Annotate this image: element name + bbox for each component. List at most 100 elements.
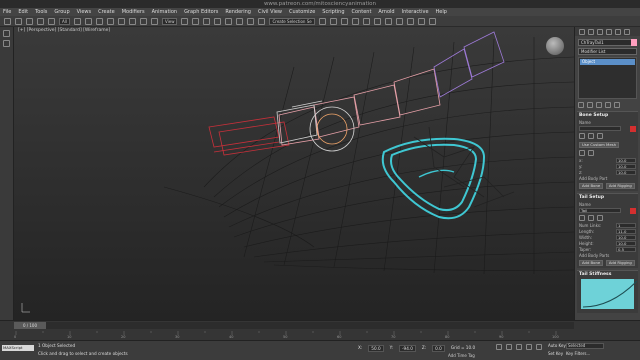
track-bar[interactable]: 0 10 20 30 40 50 60 70 80 90 100: [14, 331, 574, 340]
bone-y-input[interactable]: 10.0: [616, 164, 636, 169]
add-rigging-button[interactable]: Add Rigging: [605, 183, 635, 189]
length-input[interactable]: 11.0: [616, 229, 636, 234]
maxscript-listener[interactable]: MAXScript: [2, 345, 34, 351]
curve-editor-icon[interactable]: [373, 17, 381, 25]
configure-modifier-sets-icon[interactable]: [614, 102, 620, 108]
bone-shape-icon[interactable]: [579, 133, 585, 139]
scene-explorer-icon[interactable]: [340, 17, 348, 25]
bone-shape-2-icon[interactable]: [588, 133, 594, 139]
tail-shape-2-icon[interactable]: [588, 215, 594, 221]
angle-snap-icon[interactable]: [225, 17, 233, 25]
make-unique-icon[interactable]: [596, 102, 602, 108]
tail-shape-3-icon[interactable]: [597, 215, 603, 221]
create-tab-icon[interactable]: [579, 28, 585, 35]
taper-input[interactable]: 0.5: [616, 247, 636, 252]
layer-explorer-icon[interactable]: [351, 17, 359, 25]
menu-views[interactable]: Views: [77, 9, 91, 15]
bone-shape-3-icon[interactable]: [597, 133, 603, 139]
perspective-viewport[interactable]: [+] [Perspective] [Standard] [Wireframe]: [14, 27, 574, 320]
mirror-icon[interactable]: [318, 17, 326, 25]
ribbon-icon[interactable]: [362, 17, 370, 25]
key-selection-dropdown[interactable]: Selected: [566, 343, 604, 349]
menu-help[interactable]: Help: [436, 9, 447, 15]
selection-filter-dropdown[interactable]: All: [59, 17, 70, 25]
tail-stiffness-title[interactable]: Tail Stiffness: [579, 272, 636, 277]
keyboard-shortcut-icon[interactable]: [203, 17, 211, 25]
tail-add-bone-button[interactable]: Add Bone: [579, 260, 604, 266]
object-color-swatch[interactable]: [631, 39, 637, 46]
menu-arnold[interactable]: Arnold: [378, 9, 394, 15]
render-icon[interactable]: [428, 17, 436, 25]
menu-group[interactable]: Group: [54, 9, 69, 15]
width-input[interactable]: 10.0: [616, 235, 636, 240]
menu-content[interactable]: Content: [352, 9, 372, 15]
align-icon[interactable]: [329, 17, 337, 25]
select-by-name-icon[interactable]: [84, 17, 92, 25]
snaps-toggle-icon[interactable]: [214, 17, 222, 25]
tail-name-input[interactable]: Tail: [579, 208, 621, 213]
modifier-list-dropdown[interactable]: Modifier List: [578, 48, 637, 55]
unlink-icon[interactable]: [37, 17, 44, 25]
x-coord-input[interactable]: 50.0: [368, 345, 384, 352]
set-key-button[interactable]: Set Key: [548, 351, 563, 356]
layout-tab-icon[interactable]: [3, 40, 10, 47]
bind-space-warp-icon[interactable]: [48, 17, 55, 25]
scale-icon[interactable]: [139, 17, 147, 25]
bone-color-swatch[interactable]: [630, 125, 636, 132]
modify-tab-icon[interactable]: [588, 28, 594, 35]
object-name-field[interactable]: ChTrayTail1: [578, 39, 637, 46]
play-icon[interactable]: [516, 344, 522, 350]
tail-color-swatch[interactable]: [630, 207, 636, 214]
y-coord-input[interactable]: -94.0: [399, 345, 416, 352]
z-coord-input[interactable]: 0.0: [432, 345, 445, 352]
show-end-result-icon[interactable]: [587, 102, 593, 108]
height-input[interactable]: 10.0: [616, 241, 636, 246]
bone-setup-title[interactable]: Bone Setup: [579, 113, 636, 118]
pin-stack-icon[interactable]: [578, 102, 584, 108]
tail-shape-icon[interactable]: [579, 215, 585, 221]
undo-icon[interactable]: [4, 17, 11, 25]
redo-icon[interactable]: [15, 17, 22, 25]
remove-modifier-icon[interactable]: [605, 102, 611, 108]
window-crossing-icon[interactable]: [106, 17, 114, 25]
menu-create[interactable]: Create: [98, 9, 115, 15]
hierarchy-tab-icon[interactable]: [597, 28, 603, 35]
utilities-tab-icon[interactable]: [624, 28, 630, 35]
bone-axis-icon[interactable]: [579, 150, 585, 156]
render-setup-icon[interactable]: [406, 17, 414, 25]
add-time-tag[interactable]: Add Time Tag: [448, 353, 475, 358]
menu-tools[interactable]: Tools: [35, 9, 47, 15]
add-bone-button[interactable]: Add Bone: [579, 183, 604, 189]
modifier-stack[interactable]: Object: [578, 57, 637, 99]
rect-selection-icon[interactable]: [95, 17, 103, 25]
menu-scripting[interactable]: Scripting: [322, 9, 344, 15]
menu-edit[interactable]: Edit: [18, 9, 28, 15]
bone-name-input[interactable]: [579, 126, 621, 131]
modifier-stack-item[interactable]: Object: [580, 59, 635, 65]
menu-rendering[interactable]: Rendering: [225, 9, 251, 15]
menu-civil-view[interactable]: Civil View: [258, 9, 282, 15]
schematic-view-icon[interactable]: [384, 17, 392, 25]
material-editor-icon[interactable]: [395, 17, 403, 25]
auto-key-button[interactable]: Auto Key: [548, 343, 566, 348]
named-selection-set-dropdown[interactable]: Create Selection Se: [269, 17, 315, 25]
move-icon[interactable]: [117, 17, 125, 25]
previous-frame-icon[interactable]: [506, 344, 512, 350]
stiffness-curve-graph[interactable]: [581, 279, 638, 309]
num-links-input[interactable]: 1: [616, 223, 636, 228]
go-to-end-icon[interactable]: [536, 344, 542, 350]
select-object-icon[interactable]: [73, 17, 81, 25]
next-frame-icon[interactable]: [526, 344, 532, 350]
menu-graph-editors[interactable]: Graph Editors: [184, 9, 218, 15]
use-custom-mesh-button[interactable]: Use Custom Mesh: [579, 142, 620, 148]
edit-named-sets-icon[interactable]: [258, 17, 266, 25]
menu-file[interactable]: File: [3, 9, 11, 15]
menu-interactive[interactable]: Interactive: [402, 9, 429, 15]
tail-setup-title[interactable]: Tail Setup: [579, 195, 636, 200]
percent-snap-icon[interactable]: [236, 17, 244, 25]
pivot-center-icon[interactable]: [181, 17, 189, 25]
bone-z-input[interactable]: 10.0: [616, 170, 636, 175]
menu-modifiers[interactable]: Modifiers: [122, 9, 145, 15]
key-filters-button[interactable]: Key Filters...: [566, 351, 590, 356]
select-manipulate-icon[interactable]: [192, 17, 200, 25]
